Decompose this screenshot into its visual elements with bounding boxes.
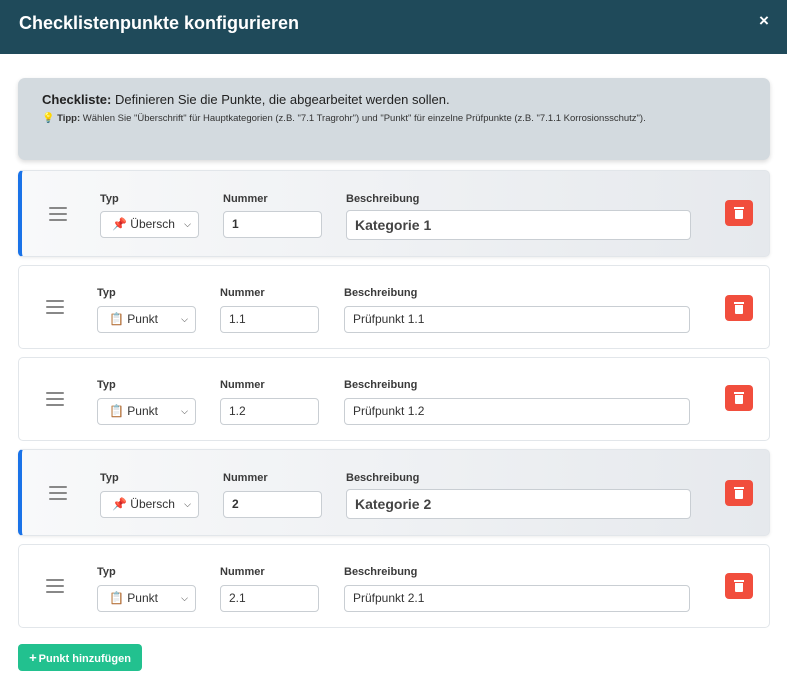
number-input[interactable]: 2.1: [220, 585, 319, 612]
add-point-button[interactable]: + Punkt hinzufügen: [18, 644, 142, 671]
description-label: Beschreibung: [346, 472, 420, 484]
lightbulb-icon: 💡: [42, 113, 55, 124]
type-label: Typ: [100, 193, 119, 205]
type-select[interactable]: 📋 Punkt ⌵: [97, 585, 196, 612]
drag-handle-icon[interactable]: [49, 207, 67, 221]
type-label: Typ: [97, 379, 116, 391]
clipboard-icon: 📋: [109, 312, 124, 326]
type-select-value: Übersch: [130, 217, 175, 231]
trash-icon: [734, 302, 744, 314]
description-label: Beschreibung: [344, 287, 418, 299]
tip-label: Tipp:: [57, 113, 81, 124]
type-label: Typ: [97, 287, 116, 299]
delete-button[interactable]: [725, 480, 753, 506]
modal-title: Checklistenpunkte konfigurieren: [19, 13, 300, 33]
pin-icon: 📌: [112, 217, 127, 231]
delete-button[interactable]: [725, 573, 753, 599]
type-select[interactable]: 📌 Übersch ⌵: [100, 491, 199, 518]
number-label: Nummer: [220, 287, 265, 299]
number-label: Nummer: [223, 193, 268, 205]
number-label: Nummer: [220, 379, 265, 391]
delete-button[interactable]: [725, 385, 753, 411]
description-input[interactable]: Prüfpunkt 1.2: [344, 398, 690, 425]
type-select-value: Punkt: [127, 312, 158, 326]
trash-icon: [734, 487, 744, 499]
description-label: Beschreibung: [344, 379, 418, 391]
checklist-item-heading: Typ 📌 Übersch ⌵ Nummer 1 Beschreibung Kat…: [18, 170, 770, 257]
info-prefix: Checkliste:: [42, 92, 112, 107]
type-select[interactable]: 📌 Übersch ⌵: [100, 211, 199, 238]
trash-icon: [734, 580, 744, 592]
chevron-down-icon: ⌵: [184, 499, 191, 509]
chevron-down-icon: ⌵: [181, 314, 188, 324]
delete-button[interactable]: [725, 295, 753, 321]
drag-handle-icon[interactable]: [49, 486, 67, 500]
description-input[interactable]: Kategorie 2: [346, 489, 691, 519]
number-label: Nummer: [220, 566, 265, 578]
delete-button[interactable]: [725, 200, 753, 226]
type-select[interactable]: 📋 Punkt ⌵: [97, 306, 196, 333]
number-input[interactable]: 1: [223, 211, 322, 238]
description-input[interactable]: Prüfpunkt 2.1: [344, 585, 690, 612]
chevron-down-icon: ⌵: [181, 593, 188, 603]
description-label: Beschreibung: [346, 193, 420, 205]
type-select-value: Übersch: [130, 497, 175, 511]
chevron-down-icon: ⌵: [181, 406, 188, 416]
drag-handle-icon[interactable]: [46, 300, 64, 314]
modal-header: Checklistenpunkte konfigurieren ×: [0, 0, 787, 54]
checklist-item-point: Typ 📋 Punkt ⌵ Nummer 1.2 Beschreibung Prü…: [18, 357, 770, 441]
add-point-label: Punkt hinzufügen: [38, 653, 131, 665]
type-label: Typ: [97, 566, 116, 578]
trash-icon: [734, 207, 744, 219]
type-select[interactable]: 📋 Punkt ⌵: [97, 398, 196, 425]
type-select-value: Punkt: [127, 404, 158, 418]
info-text: Checkliste: Definieren Sie die Punkte, d…: [42, 92, 746, 108]
tip-text: 💡 Tipp: Wählen Sie "Überschrift" für Hau…: [42, 110, 746, 128]
description-input[interactable]: Kategorie 1: [346, 210, 691, 240]
clipboard-icon: 📋: [109, 404, 124, 418]
chevron-down-icon: ⌵: [184, 219, 191, 229]
checklist-item-heading: Typ 📌 Übersch ⌵ Nummer 2 Beschreibung Kat…: [18, 449, 770, 536]
drag-handle-icon[interactable]: [46, 579, 64, 593]
info-box: Checkliste: Definieren Sie die Punkte, d…: [18, 78, 770, 160]
checklist-item-point: Typ 📋 Punkt ⌵ Nummer 1.1 Beschreibung Prü…: [18, 265, 770, 349]
close-icon[interactable]: ×: [753, 10, 775, 32]
trash-icon: [734, 392, 744, 404]
number-input[interactable]: 1.2: [220, 398, 319, 425]
pin-icon: 📌: [112, 497, 127, 511]
checklist-item-point: Typ 📋 Punkt ⌵ Nummer 2.1 Beschreibung Prü…: [18, 544, 770, 628]
clipboard-icon: 📋: [109, 591, 124, 605]
drag-handle-icon[interactable]: [46, 392, 64, 406]
description-label: Beschreibung: [344, 566, 418, 578]
number-input[interactable]: 2: [223, 491, 322, 518]
plus-icon: +: [29, 650, 37, 665]
number-input[interactable]: 1.1: [220, 306, 319, 333]
info-description: Definieren Sie die Punkte, die abgearbei…: [111, 92, 450, 107]
tip-description: Wählen Sie "Überschrift" für Hauptkatego…: [80, 113, 646, 124]
description-input[interactable]: Prüfpunkt 1.1: [344, 306, 690, 333]
number-label: Nummer: [223, 472, 268, 484]
type-select-value: Punkt: [127, 591, 158, 605]
type-label: Typ: [100, 472, 119, 484]
